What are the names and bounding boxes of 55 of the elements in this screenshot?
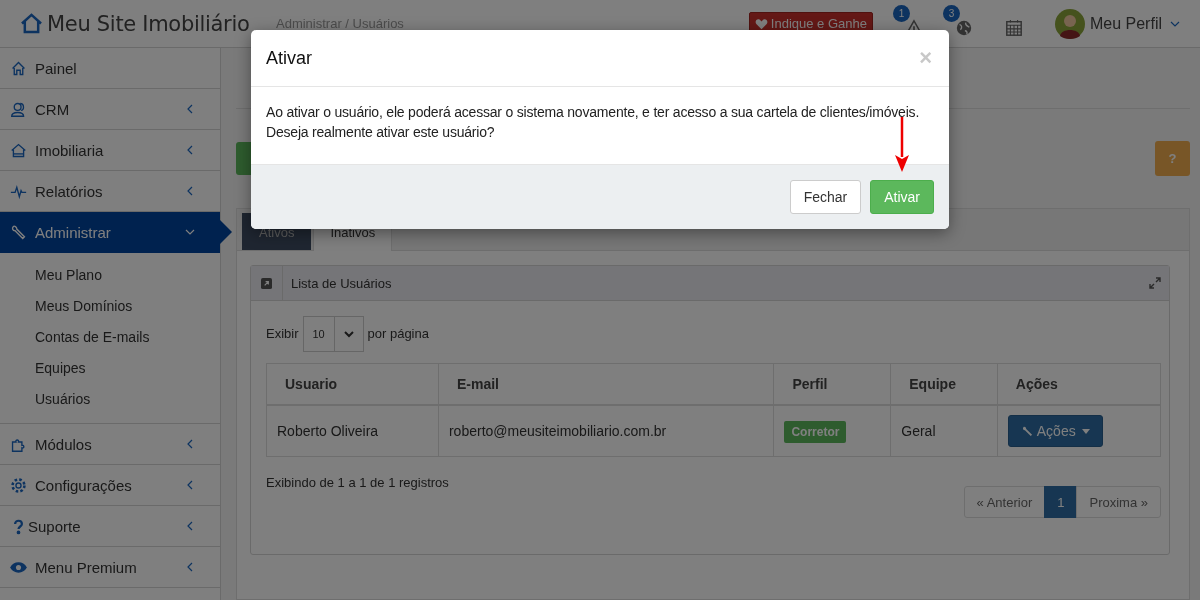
dialog-message: Ao ativar o usuário, ele poderá acessar o sistema novamente, e ter acesso a sua cartela de clientes/imóveis. <box>266 103 921 122</box>
column-header: Usuario <box>266 363 439 405</box>
globe-icon[interactable] <box>954 18 973 37</box>
wrench-icon <box>10 223 27 241</box>
sidebar-item[interactable]: Painel <box>0 48 220 89</box>
house-icon <box>10 141 27 159</box>
chevron-down-icon <box>343 329 354 338</box>
panel-title: Lista de Usuários <box>291 275 392 291</box>
avatar-icon[interactable] <box>1054 8 1085 39</box>
dialog-title: Ativar <box>266 47 312 69</box>
notification-badge: 3 <box>942 4 960 22</box>
sidebar-item[interactable]: CRM <box>0 89 220 130</box>
role-badge: Corretor <box>784 421 847 443</box>
sidebar-item[interactable]: Menu Premium <box>0 547 220 588</box>
page-size-select[interactable]: 10 <box>302 315 364 352</box>
table-cell: roberto@meusiteimobiliario.com.br <box>438 405 774 457</box>
activate-button[interactable]: Ativar <box>870 180 934 214</box>
table-cell: Geral <box>890 405 998 457</box>
pointer-arrow <box>894 117 910 173</box>
wrench-icon <box>1020 424 1034 438</box>
submenu-item[interactable]: Contas de E-mails <box>0 322 220 353</box>
expand-icon[interactable] <box>1149 277 1161 289</box>
column-header: Equipe <box>890 363 998 405</box>
table-cell: Roberto Oliveira <box>266 405 439 457</box>
calendar-icon[interactable] <box>1004 18 1023 37</box>
sidebar-item[interactable]: Imobiliaria <box>0 130 220 171</box>
dialog-message: Deseja realmente ativar este usuário? <box>266 123 496 142</box>
users-icon <box>10 100 27 118</box>
notification-badge: 1 <box>892 4 910 22</box>
home-icon <box>20 13 43 34</box>
caret-icon <box>1081 428 1090 434</box>
records-summary: Exibindo de 1 a 1 de 1 registros <box>266 475 449 490</box>
submenu-item[interactable]: Meus Domínios <box>0 291 220 322</box>
sidebar-item[interactable]: Módulos <box>0 424 220 465</box>
submenu-item[interactable]: Equipes <box>0 353 220 384</box>
site-logo[interactable]: Meu Site Imobiliário <box>47 11 250 36</box>
column-header: Perfil <box>773 363 891 405</box>
column-header: Ações <box>997 363 1161 405</box>
show-label: Exibir <box>266 326 299 341</box>
sidebar-item[interactable]: Suporte <box>0 506 220 547</box>
previous-page-button[interactable]: « Anterior <box>963 486 1046 518</box>
page-button[interactable]: 1 <box>1044 486 1078 518</box>
column-header: E-mail <box>438 363 774 405</box>
sidebar-item[interactable]: Configurações <box>0 465 220 506</box>
submenu-item[interactable]: Meu Plano <box>0 260 220 291</box>
per-page-label: por página <box>367 326 429 341</box>
profile-menu[interactable]: Meu Perfil <box>1089 14 1162 33</box>
submenu-item[interactable]: Usuários <box>0 384 220 415</box>
home-icon <box>10 59 27 77</box>
caret-icon <box>1170 20 1180 27</box>
next-page-button[interactable]: Proxima » <box>1076 486 1161 518</box>
external-link-icon <box>261 277 272 289</box>
settings-icon <box>10 476 27 494</box>
close-dialog-button[interactable]: Fechar <box>789 180 862 214</box>
actions-button[interactable]: Ações <box>1007 415 1103 447</box>
